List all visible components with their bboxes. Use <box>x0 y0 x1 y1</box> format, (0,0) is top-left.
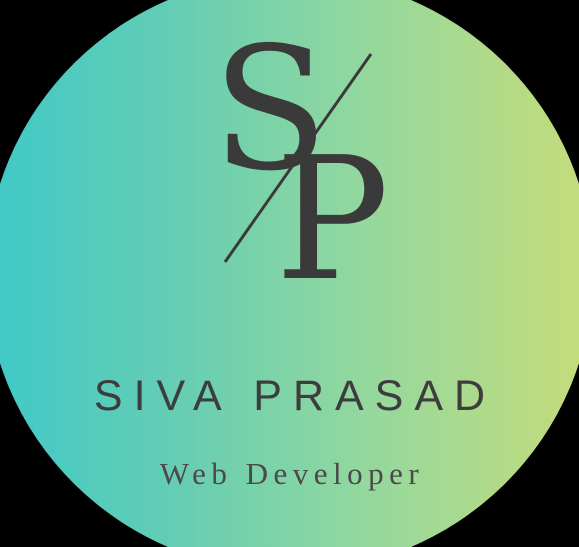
monogram-letter-p: P <box>275 121 389 319</box>
brand-name: SIVA PRASAD <box>93 372 497 420</box>
brand-subtitle: Web Developer <box>159 456 425 491</box>
logo-canvas: S P SIVA PRASAD Web Developer <box>0 0 579 547</box>
